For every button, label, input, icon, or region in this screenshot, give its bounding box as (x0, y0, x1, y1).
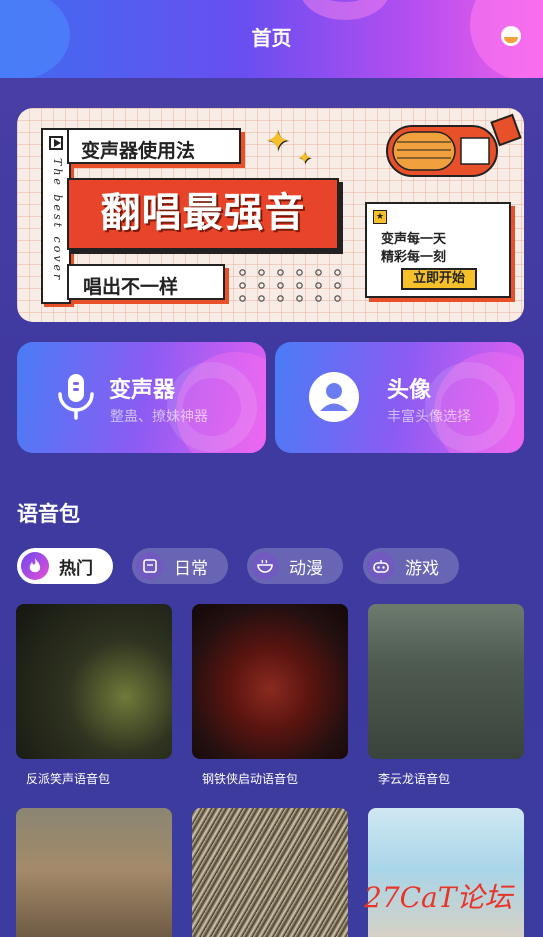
tab-hot[interactable]: 热门 (17, 548, 113, 584)
banner-card-line1: 变声每一天 (381, 232, 447, 247)
microphone-icon (58, 374, 94, 420)
tab-label: 游戏 (405, 558, 439, 579)
top-header: 首页 (0, 0, 543, 78)
user-avatar-button[interactable] (501, 26, 521, 46)
start-now-button[interactable]: 立即开始 (401, 268, 477, 290)
tab-games[interactable]: 游戏 (363, 548, 459, 584)
voice-pack-thumbnail (192, 808, 348, 937)
header-decoration (300, 0, 390, 20)
tab-label: 热门 (59, 558, 93, 579)
feature-title: 变声器 (109, 378, 176, 403)
voice-pack-thumbnail (192, 604, 348, 759)
voice-pack-caption: 钢铁侠启动语音包 (202, 772, 299, 786)
retro-microphone-icon (386, 113, 522, 177)
section-title: 语音包 (17, 502, 80, 526)
voice-pack-caption: 反派笑声语音包 (26, 772, 111, 786)
voice-changer-card[interactable]: 变声器 整蛊、撩妹神器 (17, 342, 266, 453)
sparkle-icon: ✦ (265, 124, 291, 159)
banner-cta-card: ★ 变声每一天 精彩每一刻 立即开始 (365, 202, 511, 298)
voice-pack-thumbnail (368, 604, 524, 759)
voice-pack-thumbnail (16, 604, 172, 759)
dot-pattern (233, 266, 343, 306)
feature-title: 头像 (387, 378, 432, 403)
banner-headline: 翻唱最强音 (67, 178, 339, 250)
banner-side-text: The best cover (51, 158, 64, 283)
star-icon: ★ (373, 210, 387, 224)
feature-subtitle: 整蛊、撩妹神器 (110, 409, 208, 425)
feature-subtitle: 丰富头像选择 (387, 409, 471, 425)
bowl-icon (251, 552, 279, 580)
fire-icon (21, 552, 49, 580)
gamepad-icon (367, 552, 395, 580)
tab-label: 日常 (174, 558, 208, 579)
voice-pack-thumbnail (16, 808, 172, 937)
play-icon (49, 136, 63, 150)
tab-daily[interactable]: 日常 (132, 548, 228, 584)
voice-pack-caption: 李云龙语音包 (378, 772, 451, 786)
banner-card-line2: 精彩每一刻 (381, 250, 447, 265)
calendar-icon (136, 552, 164, 580)
page-title: 首页 (251, 26, 292, 50)
voice-pack-thumbnail (368, 808, 524, 937)
user-avatar-icon (309, 372, 359, 422)
tab-label: 动漫 (289, 558, 323, 579)
tab-anime[interactable]: 动漫 (247, 548, 343, 584)
sparkle-icon: ✦ (297, 148, 313, 169)
banner-tag-bottom: 唱出不一样 (67, 264, 225, 300)
avatar-card[interactable]: 头像 丰富头像选择 (275, 342, 524, 453)
promo-banner[interactable]: The best cover 变声器使用法 ✦ ✦ 翻唱最强音 唱出不一样 ★ … (17, 108, 524, 322)
watermark: 27CaT论坛 (364, 881, 513, 914)
banner-tag-top: 变声器使用法 (67, 128, 241, 164)
